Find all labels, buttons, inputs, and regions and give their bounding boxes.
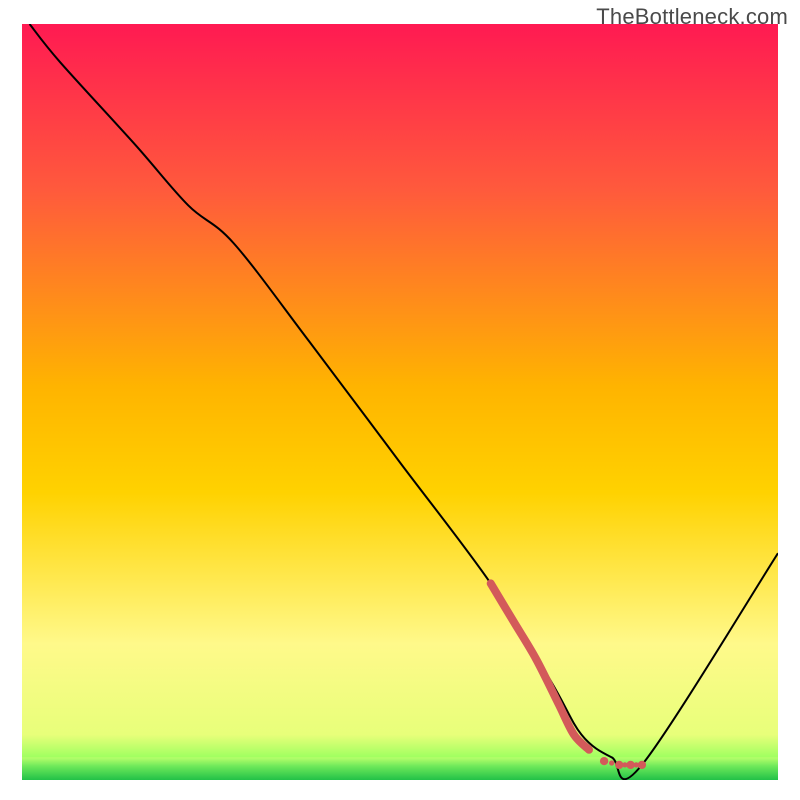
highlight-dot	[638, 761, 646, 769]
highlight-dot	[615, 761, 623, 769]
highlight-dot	[600, 757, 608, 765]
highlight-dot	[626, 761, 634, 769]
highlight-dash	[622, 762, 627, 767]
bottleneck-curve	[30, 24, 778, 779]
highlight-dots	[600, 757, 646, 769]
chart-container	[22, 24, 778, 780]
chart-svg	[22, 24, 778, 780]
watermark-text: TheBottleneck.com	[596, 4, 788, 30]
highlight-dash	[609, 760, 614, 765]
highlight-dash	[634, 762, 639, 767]
